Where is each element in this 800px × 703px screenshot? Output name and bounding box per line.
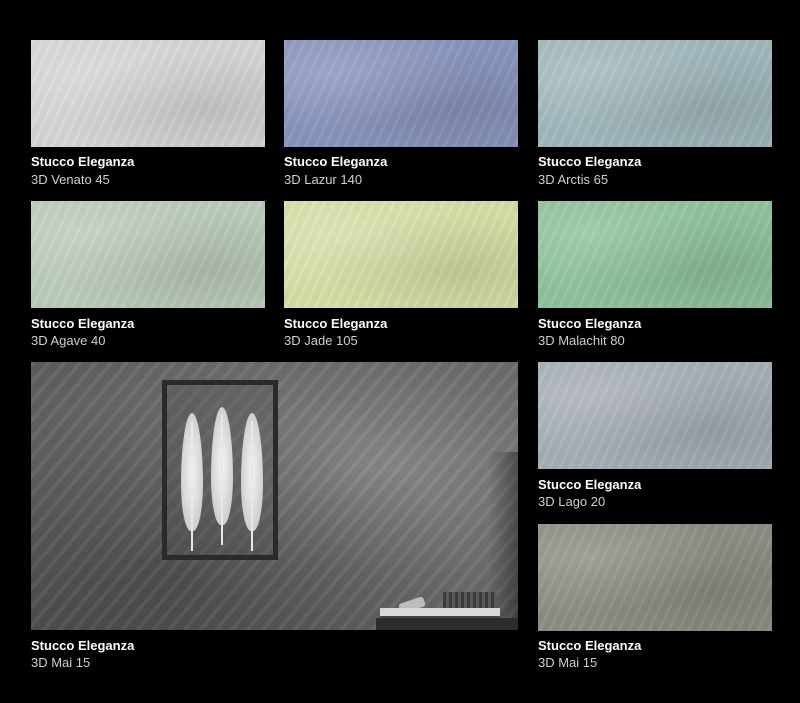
swatch-agave — [31, 201, 265, 308]
swatch-mai — [538, 524, 772, 631]
swatch-malachit — [538, 201, 772, 308]
swatch-arctis-code: 3D Arctis 65 — [538, 172, 609, 187]
swatch-venato — [31, 40, 265, 147]
swatch-arctis — [538, 40, 772, 147]
swatch-lago-name: Stucco Eleganza — [538, 477, 642, 492]
photo-name: Stucco Eleganza — [31, 638, 135, 653]
swatch-venato-code: 3D Venato 45 — [31, 172, 110, 187]
feather-frame — [162, 380, 278, 560]
swatch-malachit-name: Stucco Eleganza — [538, 316, 642, 331]
decor-box — [443, 592, 497, 608]
swatch-jade-code: 3D Jade 105 — [284, 333, 358, 348]
table-edge — [376, 618, 518, 630]
swatch-jade — [284, 201, 518, 308]
feather-icon — [211, 407, 233, 545]
swatch-mai-name: Stucco Eleganza — [538, 638, 642, 653]
swatch-mai-code: 3D Mai 15 — [538, 655, 598, 670]
swatch-lago — [538, 362, 772, 469]
swatch-lazur — [284, 40, 518, 147]
swatch-arctis-name: Stucco Eleganza — [538, 154, 642, 169]
swatch-jade-name: Stucco Eleganza — [284, 316, 388, 331]
swatch-lago-code: 3D Lago 20 — [538, 494, 606, 509]
photo-code: 3D Mai 15 — [31, 655, 91, 670]
swatch-agave-code: 3D Agave 40 — [31, 333, 106, 348]
swatch-malachit-code: 3D Malachit 80 — [538, 333, 625, 348]
swatch-venato-name: Stucco Eleganza — [31, 154, 135, 169]
decor-book — [380, 608, 500, 618]
swatch-lazur-name: Stucco Eleganza — [284, 154, 388, 169]
interior-photo — [31, 362, 518, 630]
swatch-lazur-code: 3D Lazur 140 — [284, 172, 363, 187]
feather-icon — [181, 413, 203, 551]
feather-icon — [241, 413, 263, 551]
swatch-agave-name: Stucco Eleganza — [31, 316, 135, 331]
